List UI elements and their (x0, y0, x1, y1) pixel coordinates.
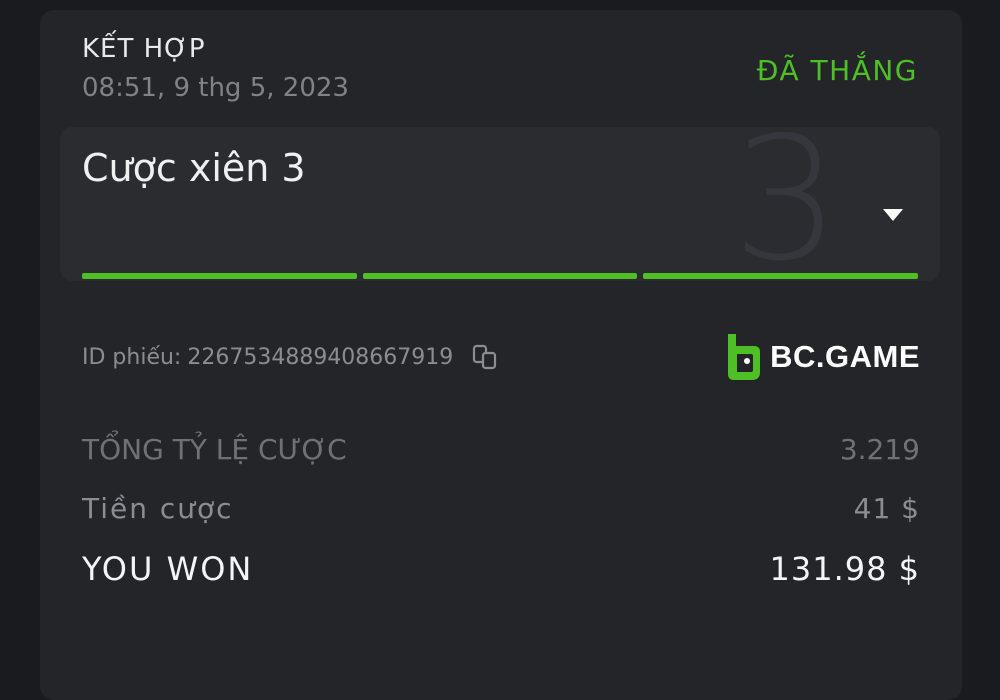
brand-logo: BC.GAME (724, 332, 920, 382)
parlay-leg-count: 3 (732, 127, 841, 281)
ticket-id-row: ID phiếu: 2267534889408667919 (82, 343, 499, 371)
ticket-id-label: ID phiếu: (82, 344, 182, 370)
stake-value: 41 $ (853, 492, 920, 525)
parlay-leg-bar (362, 273, 638, 279)
won-value: 131.98 $ (769, 550, 920, 588)
brand-name: BC.GAME (770, 339, 920, 374)
won-label: YOU WON (82, 550, 254, 588)
parlay-leg-bar (82, 273, 357, 279)
ticket-id-value: 2267534889408667919 (187, 344, 454, 370)
total-odds-value: 3.219 (839, 433, 920, 466)
total-odds-row: TỔNG TỶ LỆ CƯỢC 3.219 (82, 433, 920, 466)
parlay-legs (82, 273, 919, 279)
parlay-panel[interactable]: 3 Cược xiên 3 (60, 127, 940, 281)
bet-datetime: 08:51, 9 thg 5, 2023 (82, 73, 349, 103)
bcgame-logo-icon (728, 334, 761, 380)
chevron-down-icon[interactable] (882, 207, 904, 223)
parlay-label: Cược xiên 3 (82, 146, 306, 190)
stake-label: Tiền cược (82, 492, 234, 525)
won-row: YOU WON 131.98 $ (82, 550, 920, 588)
total-odds-label: TỔNG TỶ LỆ CƯỢC (82, 433, 347, 466)
stake-row: Tiền cược 41 $ (82, 492, 920, 525)
bet-card: KẾT HỢP 08:51, 9 thg 5, 2023 ĐÃ THẮNG 3 … (40, 10, 962, 700)
parlay-leg-bar (643, 273, 919, 279)
bet-type-label: KẾT HỢP (82, 34, 206, 64)
status-badge: ĐÃ THẮNG (756, 54, 918, 87)
copy-icon[interactable] (471, 343, 499, 371)
